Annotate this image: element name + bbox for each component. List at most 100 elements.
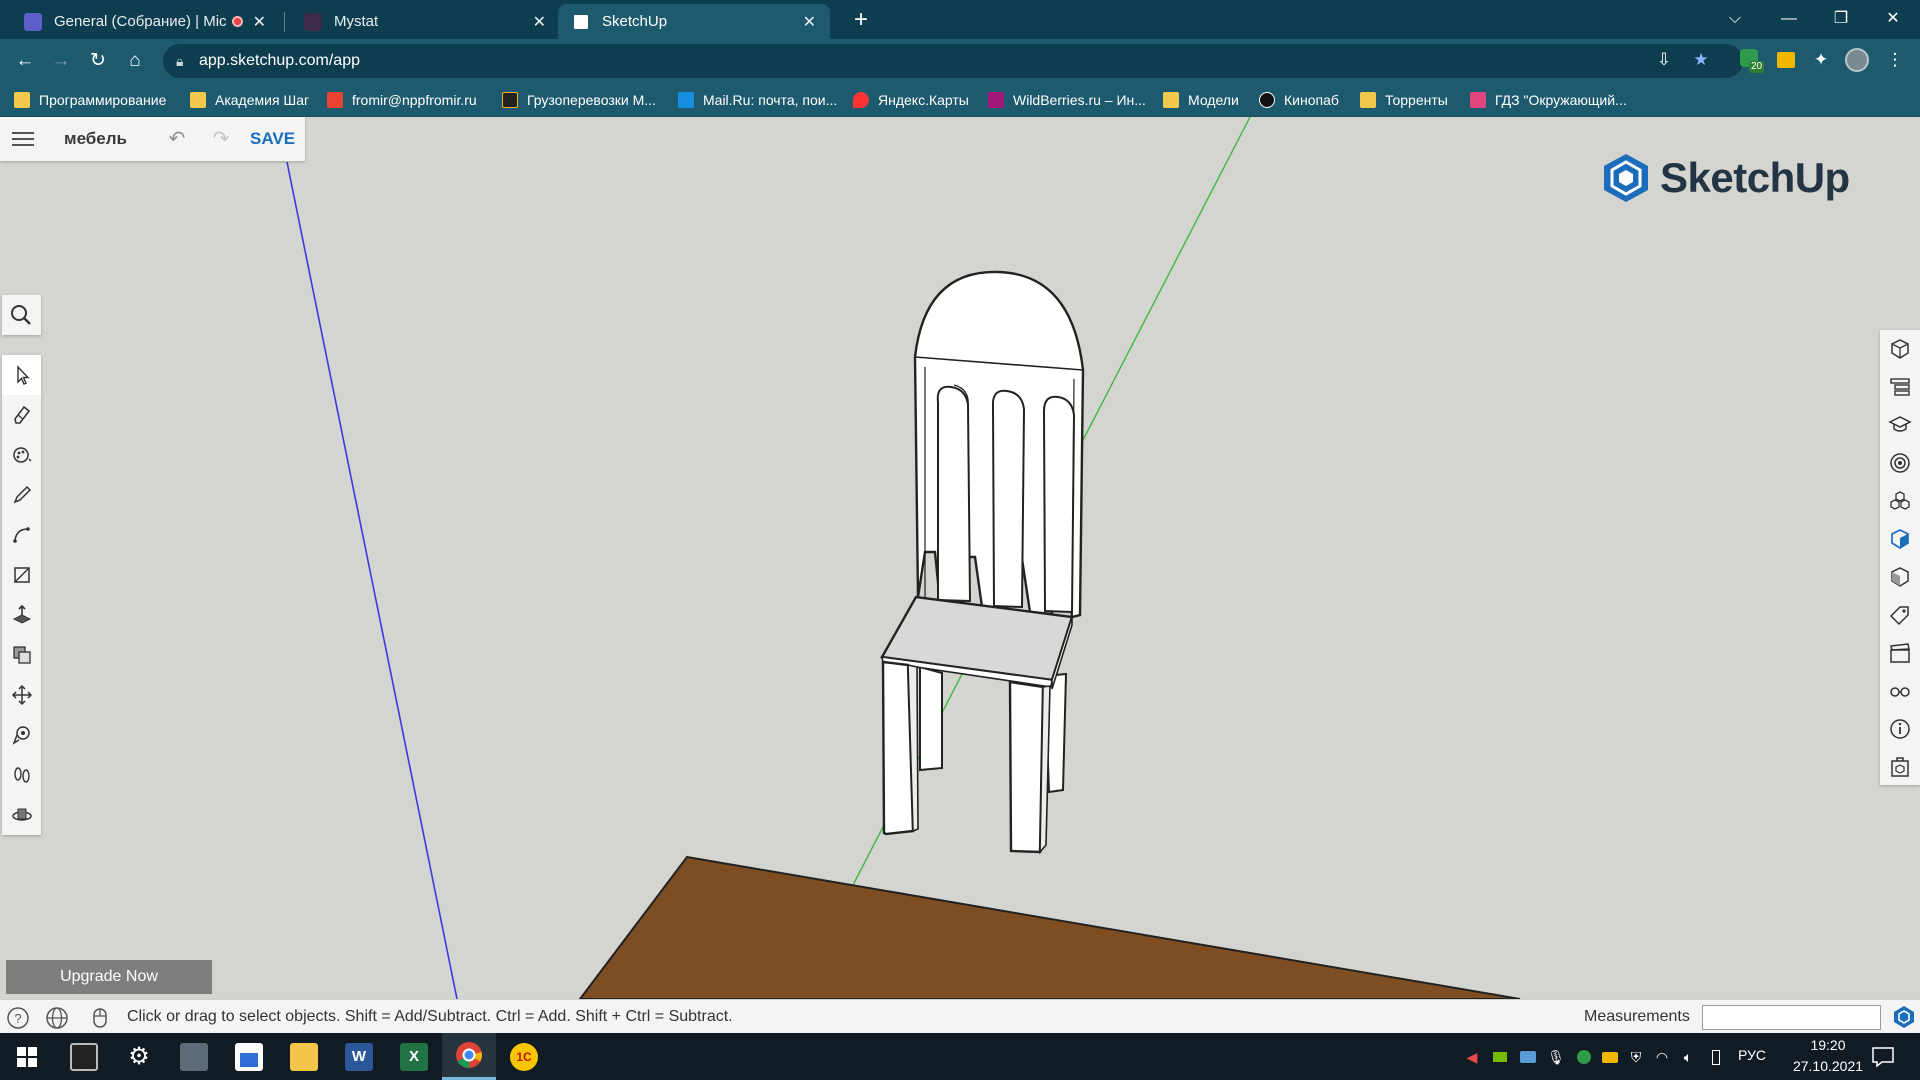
move-tool-button[interactable] (2, 675, 41, 715)
extensions-puzzle-icon[interactable]: ✦ (1810, 49, 1832, 71)
tab-search-button[interactable]: ⌵ (1712, 4, 1758, 34)
wifi-icon[interactable]: ◠ (1652, 1047, 1672, 1067)
materials-button[interactable] (1880, 444, 1920, 482)
teams-tray-icon[interactable] (1518, 1047, 1538, 1067)
arc-tool-button[interactable] (2, 515, 41, 555)
microphone-icon[interactable]: 🎙︎ (1546, 1047, 1566, 1067)
orbit-tool-button[interactable] (2, 795, 41, 835)
measurements-input[interactable] (1702, 1005, 1881, 1030)
upgrade-now-button[interactable]: Upgrade Now (6, 960, 212, 994)
bookmark-mailru[interactable]: Mail.Ru: почта, пои... (678, 89, 837, 111)
new-tab-button[interactable]: + (846, 6, 876, 36)
eraser-tool-button[interactable] (2, 395, 41, 435)
hamburger-menu-icon[interactable] (12, 128, 34, 150)
mouse-icon[interactable] (88, 1006, 112, 1030)
onedrive-icon[interactable] (1600, 1047, 1620, 1067)
nvidia-icon[interactable] (1490, 1047, 1510, 1067)
redo-button[interactable]: ↷ (208, 126, 234, 152)
outliner-button[interactable] (1880, 368, 1920, 406)
language-indicator[interactable]: РУС (1738, 1047, 1766, 1063)
notification-center-icon[interactable] (1870, 1045, 1896, 1069)
speaker-muted-icon[interactable]: ◀ (1462, 1047, 1482, 1067)
forward-button[interactable]: → (47, 47, 75, 75)
walk-tool-button[interactable] (2, 755, 41, 795)
undo-button[interactable]: ↶ (164, 126, 190, 152)
search-tool-button[interactable] (2, 295, 41, 335)
back-button[interactable]: ← (11, 47, 39, 75)
push-pull-tool-button[interactable] (2, 595, 41, 635)
battery-icon[interactable] (1706, 1047, 1726, 1067)
bookmark-torrents[interactable]: Торренты (1360, 89, 1448, 111)
pencil-tool-button[interactable] (2, 475, 41, 515)
scenes-button[interactable] (1880, 634, 1920, 672)
bookmark-wildberries[interactable]: WildBerries.ru – Ин... (988, 89, 1146, 111)
word-app[interactable]: W (332, 1033, 386, 1080)
backrest-slat[interactable] (1042, 395, 1076, 614)
bookmark-gdz[interactable]: ГДЗ "Окружающий... (1470, 89, 1627, 111)
backrest-slat[interactable] (991, 389, 1026, 609)
entity-info-button[interactable] (1880, 330, 1920, 368)
floor-plane[interactable] (578, 855, 1521, 999)
home-button[interactable]: ⌂ (121, 47, 149, 75)
bookmark-cargo[interactable]: Грузоперевозки М... (502, 89, 656, 111)
help-icon[interactable]: ? (6, 1006, 30, 1030)
shield-extension-icon[interactable]: 20 (1740, 49, 1765, 73)
bookmark-academy[interactable]: Академия Шаг (190, 89, 309, 111)
volume-icon[interactable]: 🔈︎ (1678, 1047, 1698, 1067)
rectangle-tool-button[interactable] (2, 555, 41, 595)
model-name[interactable]: мебель (64, 129, 127, 149)
restore-button[interactable]: ❐ (1818, 4, 1864, 34)
file-explorer-app[interactable] (277, 1033, 331, 1080)
bookmark-programming[interactable]: Программирование (14, 89, 166, 111)
offset-tool-button[interactable] (2, 635, 41, 675)
tab-mystat[interactable]: Mystat ✕ (290, 4, 560, 39)
browser-menu-icon[interactable]: ⋮ (1884, 49, 1906, 71)
modeling-viewport[interactable]: мебель ↶ ↷ SAVE SketchUp Upgrade Now (0, 117, 1920, 999)
tab-sketchup[interactable]: SketchUp ✕ (558, 4, 830, 39)
security-shield-icon[interactable] (1574, 1047, 1594, 1067)
save-button[interactable]: SAVE (250, 129, 295, 149)
profile-avatar[interactable] (1845, 48, 1869, 72)
close-window-button[interactable]: ✕ (1870, 4, 1916, 34)
display-button[interactable] (1880, 672, 1920, 710)
bookmark-star-icon[interactable]: ★ (1690, 49, 1712, 71)
components-button[interactable] (1880, 482, 1920, 520)
bookmark-gmail[interactable]: fromir@nppfromir.ru (327, 89, 477, 111)
bookmark-yandex-maps[interactable]: Яндекс.Карты (853, 89, 969, 111)
tape-measure-tool-button[interactable] (2, 715, 41, 755)
settings-app[interactable]: ⚙ (112, 1033, 166, 1080)
select-tool-button[interactable] (2, 355, 41, 395)
minimize-button[interactable]: — (1766, 4, 1812, 34)
instructor-button[interactable] (1880, 406, 1920, 444)
terminal-app[interactable] (57, 1033, 111, 1080)
1c-app[interactable]: 1С (497, 1033, 551, 1080)
start-button[interactable] (0, 1033, 54, 1080)
reload-button[interactable]: ↻ (84, 47, 112, 75)
globe-icon[interactable] (45, 1006, 69, 1030)
calculator-app[interactable] (167, 1033, 221, 1080)
styles-button[interactable] (1880, 520, 1920, 558)
clock-time[interactable]: 19:20 (1796, 1037, 1860, 1053)
clock-date[interactable]: 27.10.2021 (1778, 1058, 1878, 1074)
bookmark-models[interactable]: Модели (1163, 89, 1239, 111)
excel-app[interactable]: X (387, 1033, 441, 1080)
defender-icon[interactable]: ⛨ (1626, 1047, 1646, 1067)
url-field[interactable]: 🔒︎ app.sketchup.com/app (163, 44, 1743, 78)
chair-back-left-leg[interactable] (919, 665, 943, 772)
tab-teams[interactable]: General (Собрание) | Micros ✕ (10, 4, 280, 39)
backrest-slat[interactable] (936, 385, 972, 603)
paint-bucket-tool-button[interactable] (2, 435, 41, 475)
3d-scene[interactable] (0, 117, 1920, 999)
bookmark-kinopub[interactable]: Кинопаб (1259, 89, 1339, 111)
close-icon[interactable]: ✕ (253, 12, 266, 32)
info-button[interactable] (1880, 710, 1920, 748)
tags-button[interactable] (1880, 596, 1920, 634)
views-button[interactable] (1880, 558, 1920, 596)
close-icon[interactable]: ✕ (533, 12, 546, 32)
close-icon[interactable]: ✕ (803, 12, 816, 32)
3d-warehouse-button[interactable] (1880, 748, 1920, 786)
store-app[interactable] (222, 1033, 276, 1080)
chair-front-right-leg[interactable] (1008, 680, 1045, 854)
folder-star-extension-icon[interactable] (1775, 49, 1797, 71)
chrome-app[interactable] (442, 1033, 496, 1080)
